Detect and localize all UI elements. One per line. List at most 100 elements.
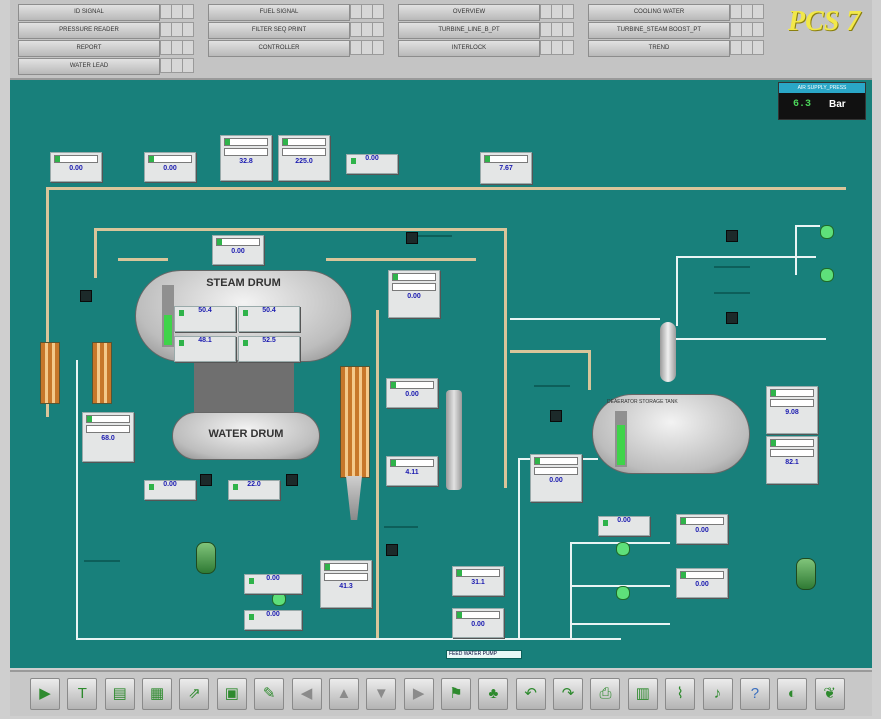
nav-up-icon[interactable]: ▲ xyxy=(328,678,359,710)
faceplate-7[interactable]: 0.00 xyxy=(212,235,264,265)
faceplate-13[interactable]: 0.00 xyxy=(386,378,438,408)
faceplate-16[interactable]: 0.00 xyxy=(144,480,196,500)
nav-button-8[interactable]: TURBINE_LINE_B_PT xyxy=(398,22,540,39)
doc-icon[interactable]: ▦ xyxy=(142,678,173,710)
feed-pump-valve-1[interactable] xyxy=(616,542,630,556)
faceplate-9[interactable]: 50.4 xyxy=(174,306,236,332)
help-icon[interactable]: ? xyxy=(739,678,770,710)
feedwater-pump-right[interactable] xyxy=(796,558,816,590)
text-icon[interactable]: T xyxy=(67,678,98,710)
superheater[interactable] xyxy=(340,366,370,478)
nav-right-icon[interactable]: ▶ xyxy=(403,678,434,710)
water-drum[interactable]: WATER DRUM xyxy=(172,412,320,460)
faceplate-1[interactable]: 0.00 xyxy=(50,152,102,182)
nav-button-3[interactable]: WATER LEAD xyxy=(18,58,160,75)
note-icon[interactable]: ▤ xyxy=(104,678,135,710)
nav-button-7[interactable]: OVERVIEW xyxy=(398,4,540,21)
status-indicator xyxy=(225,139,230,145)
view-icon[interactable]: ▥ xyxy=(627,678,658,710)
faceplate-6[interactable]: 7.67 xyxy=(480,152,532,184)
nav-button-5[interactable]: FILTER SEQ PRINT xyxy=(208,22,350,39)
faceplate-value: 48.1 xyxy=(198,337,212,344)
faceplate-21[interactable]: 0.00 xyxy=(244,610,302,630)
faceplate-22[interactable]: 31.1 xyxy=(452,566,504,596)
faceplate-11[interactable]: 48.1 xyxy=(174,336,236,362)
status-indicator xyxy=(393,274,398,280)
nav-button-11[interactable]: TURBINE_STEAM BOOST_PT xyxy=(588,22,730,39)
faceplate-28[interactable]: 0.00 xyxy=(676,568,728,598)
faceplate-19[interactable]: 41.3 xyxy=(320,560,372,608)
logo-icon[interactable]: ❦ xyxy=(814,678,845,710)
status-indicator xyxy=(149,484,154,490)
faceplate-26[interactable]: 82.1 xyxy=(766,436,818,484)
tag-icon[interactable]: ⚑ xyxy=(441,678,471,710)
nav-button-9[interactable]: INTERLOCK xyxy=(398,40,540,57)
edit-icon[interactable]: ✎ xyxy=(254,678,285,710)
back-icon[interactable]: ↶ xyxy=(515,678,546,710)
nav-left-icon[interactable]: ◀ xyxy=(291,678,322,710)
aux-valve[interactable] xyxy=(272,592,286,606)
control-valve-2[interactable] xyxy=(726,230,738,242)
plot-icon[interactable]: ⌇ xyxy=(665,678,696,710)
cooling-valve-2[interactable] xyxy=(820,268,834,282)
deaerator-storage-tank[interactable]: DEAERATOR STORAGE TANK xyxy=(592,394,750,474)
faceplate-10[interactable]: 50.4 xyxy=(238,306,300,332)
right-heat-exchanger[interactable] xyxy=(92,342,112,404)
faceplate-3[interactable]: 32.8 xyxy=(220,135,272,181)
cooling-branch-top xyxy=(795,225,820,227)
faceplate-20[interactable]: 0.00 xyxy=(244,574,302,594)
tag-1 xyxy=(418,235,452,237)
faceplate-17[interactable]: 22.0 xyxy=(228,480,280,500)
steam-drum-level-gauge xyxy=(162,285,174,347)
nav-button-10[interactable]: COOLING WATER xyxy=(588,4,730,21)
sheet-icon[interactable]: ▣ xyxy=(216,678,247,710)
blowdown-valve-1[interactable] xyxy=(200,474,212,486)
faceplate-8[interactable]: 0.00 xyxy=(388,270,440,318)
cooling-valve-1[interactable] xyxy=(820,225,834,239)
sound-icon[interactable]: ♪ xyxy=(702,678,733,710)
nav-button-1[interactable]: PRESSURE READER xyxy=(18,22,160,39)
faceplate-14[interactable]: 4.11 xyxy=(386,456,438,486)
tag-3 xyxy=(714,292,750,294)
play-icon[interactable]: ▶ xyxy=(30,678,60,710)
print-icon[interactable]: ⎙ xyxy=(590,678,621,710)
deaerator-column[interactable] xyxy=(660,322,676,382)
upper-loop-pipe xyxy=(94,228,506,231)
nav-button-4[interactable]: FUEL SIGNAL xyxy=(208,4,350,21)
left-heat-exchanger[interactable] xyxy=(40,342,60,404)
readout-title: AIR SUPPLY_PRESS xyxy=(779,83,865,93)
control-valve-3[interactable] xyxy=(726,312,738,324)
nav-button-2[interactable]: REPORT xyxy=(18,40,160,57)
faceplate-2[interactable]: 0.00 xyxy=(144,152,196,182)
control-valve-5[interactable] xyxy=(550,410,562,422)
air-supply-readout[interactable]: AIR SUPPLY_PRESS 6.3 Bar xyxy=(778,82,866,120)
status-indicator xyxy=(351,158,356,164)
forward-icon[interactable]: ↷ xyxy=(553,678,584,710)
control-valve-6[interactable] xyxy=(386,544,398,556)
faceplate-15[interactable]: 68.0 xyxy=(82,412,134,462)
blowdown-valve-2[interactable] xyxy=(286,474,298,486)
speaker-icon[interactable]: ◐ xyxy=(777,678,808,710)
control-valve-1[interactable] xyxy=(406,232,418,244)
faceplate-18[interactable]: 0.00 xyxy=(530,454,582,502)
nav-button-12[interactable]: TREND xyxy=(588,40,730,57)
status-indicator xyxy=(217,239,222,245)
faceplate-5[interactable]: 0.00 xyxy=(346,154,398,174)
tree-icon[interactable]: ♣ xyxy=(478,678,509,710)
faceplate-value: 50.4 xyxy=(262,307,276,314)
nav-down-icon[interactable]: ▼ xyxy=(366,678,397,710)
faceplate-27[interactable]: 0.00 xyxy=(676,514,728,544)
chart-icon[interactable]: ⇗ xyxy=(179,678,210,710)
nav-button-6[interactable]: CONTROLLER xyxy=(208,40,350,57)
faceplate-value: 0.00 xyxy=(471,621,485,628)
nav-indicator xyxy=(752,40,764,55)
feed-pump-valve-2[interactable] xyxy=(616,586,630,600)
faceplate-24[interactable]: 0.00 xyxy=(598,516,650,536)
faceplate-23[interactable]: 0.00 xyxy=(452,608,504,638)
faceplate-4[interactable]: 225.0 xyxy=(278,135,330,181)
control-valve-4[interactable] xyxy=(80,290,92,302)
feedwater-pump-left[interactable] xyxy=(196,542,216,574)
faceplate-12[interactable]: 52.5 xyxy=(238,336,300,362)
nav-button-0[interactable]: ID SIGNAL xyxy=(18,4,160,21)
faceplate-25[interactable]: 9.08 xyxy=(766,386,818,434)
